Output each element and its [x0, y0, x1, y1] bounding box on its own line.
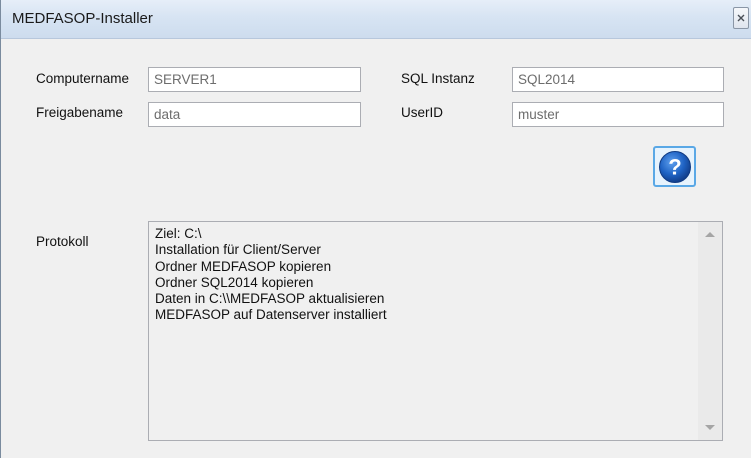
title-bar[interactable]: MEDFASOP-Installer — [1, 0, 751, 39]
protokoll-log[interactable]: Ziel: C:\ Installation für Client/Server… — [148, 221, 723, 441]
protokoll-lines: Ziel: C:\ Installation für Client/Server… — [155, 226, 692, 324]
log-scrollbar[interactable] — [698, 222, 722, 440]
scroll-up-icon[interactable] — [705, 232, 715, 237]
help-button[interactable]: ? — [653, 146, 696, 187]
log-line: Ziel: C:\ — [155, 226, 202, 241]
close-icon — [737, 14, 745, 22]
scroll-down-icon[interactable] — [705, 425, 715, 430]
userid-label: UserID — [401, 105, 444, 120]
log-line: Ordner SQL2014 kopieren — [155, 274, 314, 290]
freigabename-label: Freigabename — [36, 105, 124, 120]
installer-window: MEDFASOP-Installer Computername SERVER1 … — [0, 0, 751, 458]
log-line: Daten in C:\\MEDFASOP aktualisieren — [155, 291, 385, 307]
help-symbol: ? — [668, 154, 681, 179]
log-line: MEDFASOP auf Datenserver installiert — [155, 307, 387, 323]
sql-instanz-field[interactable]: SQL2014 — [512, 67, 724, 92]
computername-field[interactable]: SERVER1 — [148, 67, 361, 92]
computername-label: Computername — [36, 71, 130, 86]
sql-instanz-label: SQL Instanz — [401, 71, 475, 86]
freigabename-field[interactable]: data — [148, 102, 361, 127]
dialog-content: Computername SERVER1 Freigabename data S… — [1, 39, 751, 458]
log-line: Installation für Client/Server — [155, 242, 321, 258]
log-line: Ordner MEDFASOP kopieren — [155, 258, 332, 274]
window-title: MEDFASOP-Installer — [12, 10, 153, 27]
question-mark-icon: ? — [658, 150, 691, 183]
userid-field[interactable]: muster — [512, 102, 724, 127]
close-button[interactable] — [733, 7, 749, 29]
protokoll-label: Protokoll — [36, 234, 89, 249]
